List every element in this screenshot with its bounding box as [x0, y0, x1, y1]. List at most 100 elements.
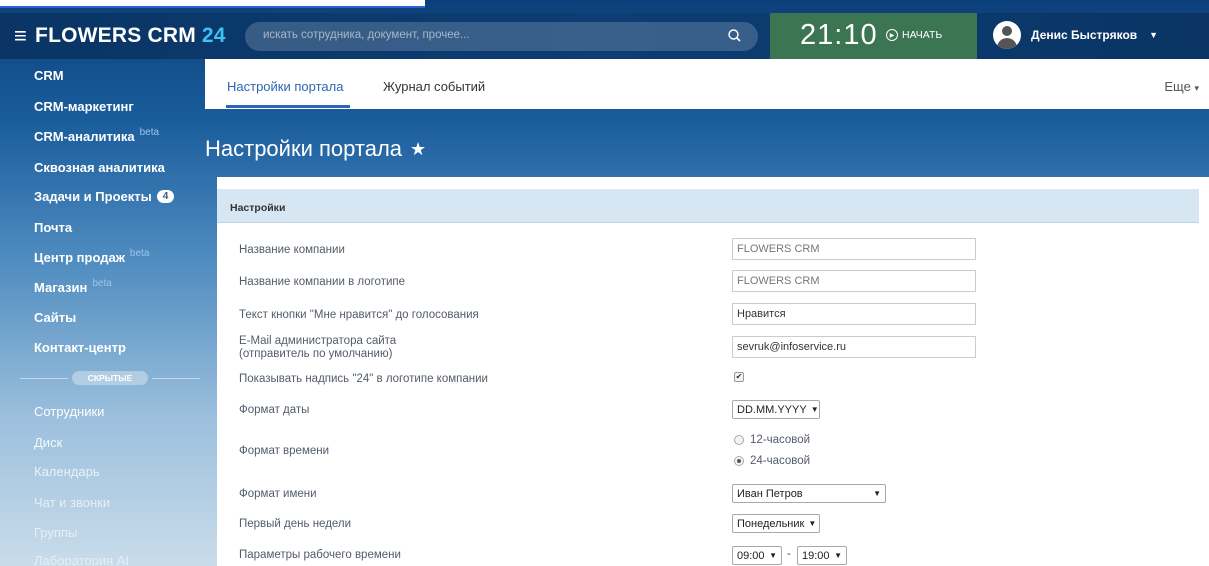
beta-tag: beta	[139, 127, 160, 138]
tab-portal-settings[interactable]: Настройки портала	[227, 79, 343, 94]
sidebar-item-label: Календарь	[34, 464, 100, 479]
sidebar-item-label: Магазин	[34, 280, 88, 295]
sidebar-item-label: Задачи и Проекты	[34, 189, 152, 204]
dropdown-arrow-icon: ▼	[810, 405, 819, 414]
admin-email-label-line2: (отправитель по умолчанию)	[239, 348, 393, 360]
logo-name-field[interactable]: FLOWERS CRM	[732, 270, 976, 292]
sidebar-item-sales-center[interactable]: Центр продаж beta	[34, 248, 150, 265]
sidebar-item-label: Почта	[34, 220, 73, 235]
radio-12h[interactable]	[734, 435, 744, 445]
date-format-select[interactable]: DD.MM.YYYY ▼	[732, 400, 820, 419]
tab-bar: Настройки портала Журнал событий Еще ▾	[205, 59, 1209, 109]
radio-24h[interactable]	[734, 456, 744, 466]
name-format-label: Формат имени	[239, 488, 317, 500]
sidebar-item-chat[interactable]: Чат и звонки	[34, 495, 110, 510]
work-time-to-select[interactable]: 19:00 ▼	[797, 546, 847, 565]
work-time-from-select[interactable]: 09:00 ▼	[732, 546, 782, 565]
hidden-items-toggle[interactable]: СКРЫТЫЕ	[72, 371, 148, 385]
beta-tag: beta	[129, 248, 150, 259]
sidebar-item-end-to-end-analytics[interactable]: Сквозная аналитика	[34, 160, 165, 175]
hidden-items-divider: СКРЫТЫЕ	[20, 371, 200, 385]
first-day-label: Первый день недели	[239, 518, 352, 530]
tab-event-log[interactable]: Журнал событий	[383, 79, 485, 94]
like-button-field[interactable]: Нравится	[732, 303, 976, 325]
first-day-select[interactable]: Понедельник ▼	[732, 514, 820, 533]
page-title-text: Настройки портала	[205, 136, 403, 161]
sidebar-item-disk[interactable]: Диск	[34, 435, 62, 450]
show-24-checkbox[interactable]: ✔	[734, 372, 744, 382]
time-format-12h-option[interactable]: 12-часовой	[734, 434, 810, 446]
sidebar-item-crm-analytics[interactable]: CRM-аналитика beta	[34, 127, 160, 144]
user-menu[interactable]: Денис Быстряков ▼	[993, 21, 1158, 49]
sidebar-item-crm-marketing[interactable]: CRM-маркетинг	[34, 99, 134, 114]
worktime-widget[interactable]: 21:10 ▶ НАЧАТЬ	[770, 13, 977, 59]
settings-panel: Настройки Название компании FLOWERS CRM …	[217, 177, 1209, 566]
sidebar-item-label: Группы	[34, 525, 78, 540]
dropdown-arrow-icon: ▼	[769, 551, 777, 560]
sidebar-item-label: Лаборатория AI	[34, 553, 130, 566]
dropdown-arrow-icon: ▼	[808, 519, 817, 528]
name-format-value: Иван Петров	[737, 487, 803, 500]
search-icon[interactable]	[726, 27, 744, 45]
sidebar-item-label: Сотрудники	[34, 404, 105, 419]
date-format-label: Формат даты	[239, 404, 310, 416]
play-icon: ▶	[886, 29, 898, 41]
dropdown-arrow-icon: ▼	[873, 489, 881, 498]
time-format-24h-option[interactable]: 24-часовой	[734, 455, 810, 467]
sidebar-item-label: Сквозная аналитика	[34, 160, 165, 175]
show-24-label: Показывать надпись "24" в логотипе компа…	[239, 373, 488, 385]
brand-name: FLOWERS CRM	[35, 24, 196, 47]
radio-label: 24-часовой	[750, 455, 811, 467]
main-content: Настройки портала Журнал событий Еще ▾ Н…	[205, 59, 1209, 566]
clock: 21:10	[800, 19, 878, 51]
search-input[interactable]	[263, 29, 703, 41]
sidebar-item-label: CRM-аналитика	[34, 129, 135, 144]
section-header: Настройки	[217, 189, 1199, 223]
time-range-dash: -	[787, 548, 791, 560]
chevron-down-icon: ▼	[1149, 30, 1159, 40]
search-box[interactable]	[245, 22, 758, 51]
like-button-label: Текст кнопки "Мне нравится" до голосован…	[239, 309, 479, 321]
top-bar: ≡ FLOWERS CRM 24 21:10 ▶ НАЧАТЬ Денис Бы…	[0, 13, 1209, 59]
first-day-value: Понедельник	[737, 517, 805, 530]
sidebar-item-crm[interactable]: CRM	[34, 68, 64, 83]
sidebar-item-employees[interactable]: Сотрудники	[34, 404, 104, 419]
logo[interactable]: ≡ FLOWERS CRM 24	[14, 22, 226, 50]
sidebar-item-label: CRM-маркетинг	[34, 99, 134, 114]
sidebar-item-label: CRM	[34, 68, 64, 83]
radio-label: 12-часовой	[750, 434, 811, 446]
dropdown-arrow-icon: ▼	[834, 551, 842, 560]
sidebar-item-sites[interactable]: Сайты	[34, 310, 76, 325]
brand-number: 24	[201, 24, 226, 47]
start-label: НАЧАТЬ	[902, 29, 943, 41]
sidebar-item-label: Центр продаж	[34, 250, 125, 265]
company-name-field[interactable]: FLOWERS CRM	[732, 238, 976, 260]
avatar	[993, 21, 1021, 49]
sidebar-item-tasks[interactable]: Задачи и Проекты 4	[34, 189, 175, 204]
sidebar-item-contact-center[interactable]: Контакт-центр	[34, 340, 126, 355]
user-name: Денис Быстряков	[1031, 28, 1138, 42]
name-format-select[interactable]: Иван Петров ▼	[732, 484, 886, 503]
menu-icon[interactable]: ≡	[14, 23, 27, 49]
more-label: Еще	[1164, 79, 1191, 94]
more-menu[interactable]: Еще ▾	[1164, 79, 1199, 94]
work-time-label: Параметры рабочего времени	[239, 549, 401, 561]
work-time-to-value: 19:00	[802, 549, 830, 562]
active-tab-indicator	[226, 105, 350, 108]
work-time-from-value: 09:00	[737, 549, 765, 562]
sidebar-item-ai-lab[interactable]: Лаборатория AI	[34, 553, 129, 566]
date-format-value: DD.MM.YYYY	[737, 403, 807, 416]
sidebar-item-mail[interactable]: Почта	[34, 220, 72, 235]
sidebar: CRM CRM-маркетинг CRM-аналитика beta Скво…	[0, 59, 205, 566]
sidebar-item-label: Контакт-центр	[34, 340, 126, 355]
start-workday-button[interactable]: ▶ НАЧАТЬ	[886, 29, 942, 41]
sidebar-item-groups[interactable]: Группы	[34, 525, 77, 540]
admin-email-field[interactable]: sevruk@infoservice.ru	[732, 336, 976, 358]
time-format-label: Формат времени	[239, 445, 330, 457]
admin-email-label-line1: E-Mail администратора сайта	[239, 335, 397, 347]
sidebar-item-calendar[interactable]: Календарь	[34, 464, 100, 479]
sidebar-item-label: Диск	[34, 435, 63, 450]
star-icon[interactable]: ★	[410, 139, 426, 160]
sidebar-item-shop[interactable]: Магазин beta	[34, 278, 112, 295]
top-link-bar[interactable]	[0, 0, 425, 8]
